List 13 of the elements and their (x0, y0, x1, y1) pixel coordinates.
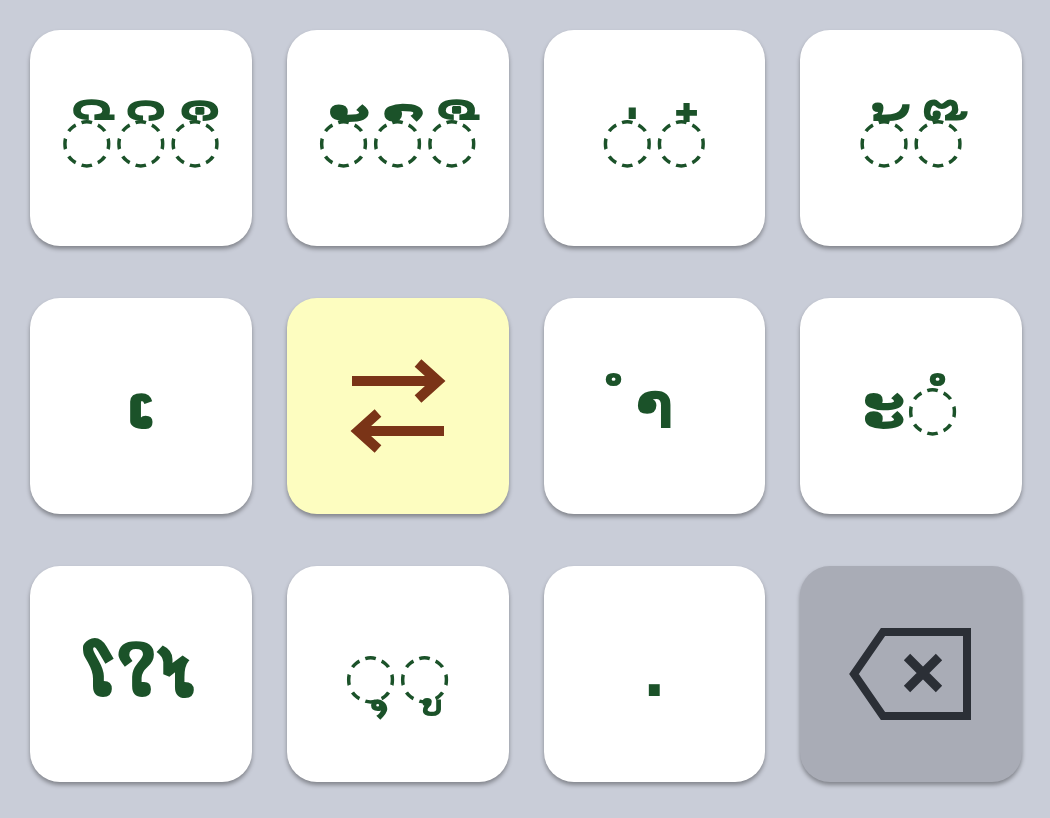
character-key[interactable]: ເ (30, 298, 252, 514)
backspace-key[interactable] (800, 566, 1022, 782)
character-key[interactable]: ະ◌ໍ (800, 298, 1022, 514)
character-key[interactable]: ຳ (543, 298, 766, 514)
character-key[interactable]: ◌ັ◌ົ◌ື (286, 30, 509, 246)
character-key[interactable]: . (543, 566, 766, 782)
character-key[interactable]: ◌ີ◌ິ◌ຶ (30, 30, 252, 246)
character-key[interactable]: ◌້◌໊ (800, 30, 1022, 246)
character-key[interactable]: ◌່◌໋ (543, 30, 766, 246)
character-key[interactable]: ໂໃໄ (30, 566, 252, 782)
switch-layout-key[interactable] (286, 298, 509, 514)
character-key[interactable]: ◌ຸ◌ູ (286, 566, 509, 782)
backspace-icon (849, 627, 974, 721)
